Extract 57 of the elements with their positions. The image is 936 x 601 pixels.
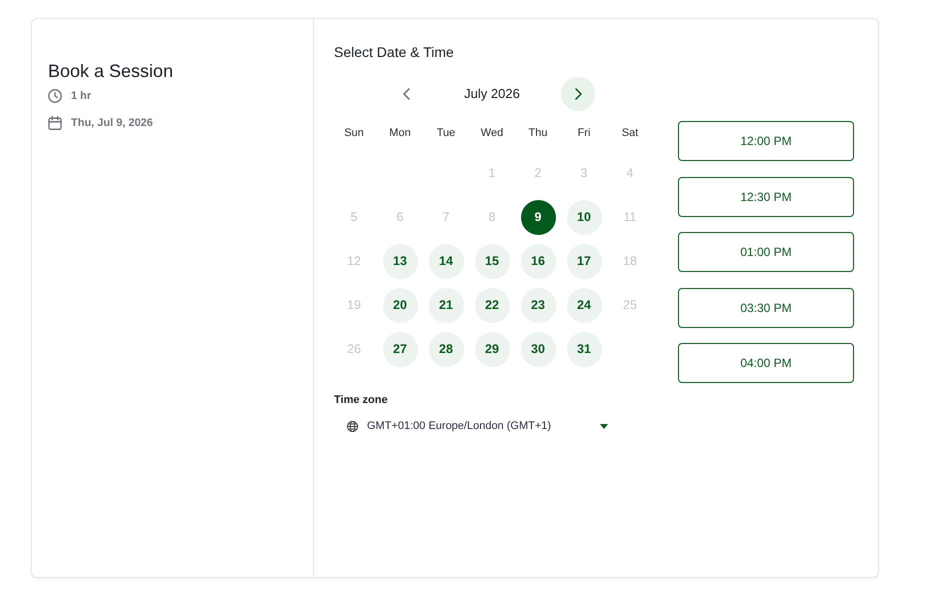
- unavailable-day: 1: [488, 166, 496, 180]
- available-day[interactable]: 16: [520, 244, 556, 278]
- available-day[interactable]: 28: [428, 332, 464, 366]
- unavailable-day: 18: [623, 254, 637, 268]
- available-day[interactable]: 27: [382, 332, 418, 366]
- available-day[interactable]: 22: [474, 288, 510, 322]
- unavailable-day: 25: [623, 298, 637, 312]
- available-day[interactable]: 15: [474, 244, 510, 278]
- clock-icon: [48, 89, 62, 103]
- time-slot-button[interactable]: 03:30 PM: [678, 288, 854, 328]
- time-slot-button[interactable]: 12:30 PM: [678, 176, 854, 216]
- unavailable-day: 4: [626, 166, 634, 180]
- date-text: Thu, Jul 9, 2026: [71, 116, 153, 130]
- month-label: July 2026: [463, 85, 521, 103]
- globe-icon: [347, 420, 358, 432]
- unavailable-day: 7: [442, 210, 450, 224]
- available-day[interactable]: 24: [566, 288, 602, 322]
- time-zone-select[interactable]: GMT+01:00 Europe/London (GMT+1): [334, 414, 620, 438]
- available-day[interactable]: 20: [382, 288, 418, 322]
- unavailable-day: 2: [534, 166, 542, 180]
- unavailable-day: 11: [624, 210, 636, 224]
- chevron-left-icon: [402, 88, 410, 100]
- unavailable-day: 6: [396, 210, 404, 224]
- available-day[interactable]: 10: [566, 200, 602, 234]
- available-day[interactable]: 14: [428, 244, 464, 278]
- calendar-icon: [48, 116, 62, 130]
- time-zone-label: Time zone: [334, 393, 388, 407]
- available-day[interactable]: 23: [520, 288, 556, 322]
- unavailable-day: 8: [488, 210, 496, 224]
- weekday-label: Sat: [622, 127, 638, 139]
- time-slot-button[interactable]: 12:00 PM: [678, 121, 854, 161]
- available-day[interactable]: 31: [566, 332, 602, 366]
- unavailable-day: 5: [350, 210, 358, 224]
- unavailable-day: 26: [347, 342, 361, 356]
- duration-text: 1 hr: [71, 89, 92, 103]
- weekday-label: Fri: [578, 127, 590, 139]
- weekday-label: Tue: [436, 127, 456, 139]
- time-slot-button[interactable]: 04:00 PM: [678, 343, 854, 383]
- caret-down-icon: [600, 424, 608, 428]
- chevron-right-icon: [574, 88, 582, 100]
- session-title: Book a Session: [48, 60, 174, 83]
- selected-day[interactable]: 9: [520, 200, 556, 234]
- unavailable-day: 12: [347, 254, 361, 268]
- weekday-label: Mon: [389, 127, 411, 139]
- unavailable-day: 19: [347, 298, 361, 312]
- available-day[interactable]: 30: [520, 332, 556, 366]
- available-day[interactable]: 17: [566, 244, 602, 278]
- weekday-label: Wed: [480, 127, 504, 139]
- time-slot-button[interactable]: 01:00 PM: [678, 232, 854, 272]
- next-month-button[interactable]: [561, 77, 595, 111]
- weekday-label: Thu: [528, 127, 548, 139]
- available-day[interactable]: 21: [428, 288, 464, 322]
- unavailable-day: 3: [580, 166, 588, 180]
- available-day[interactable]: 13: [382, 244, 418, 278]
- section-heading: Select Date & Time: [334, 43, 454, 62]
- weekday-label: Sun: [344, 127, 364, 139]
- available-day[interactable]: 29: [474, 332, 510, 366]
